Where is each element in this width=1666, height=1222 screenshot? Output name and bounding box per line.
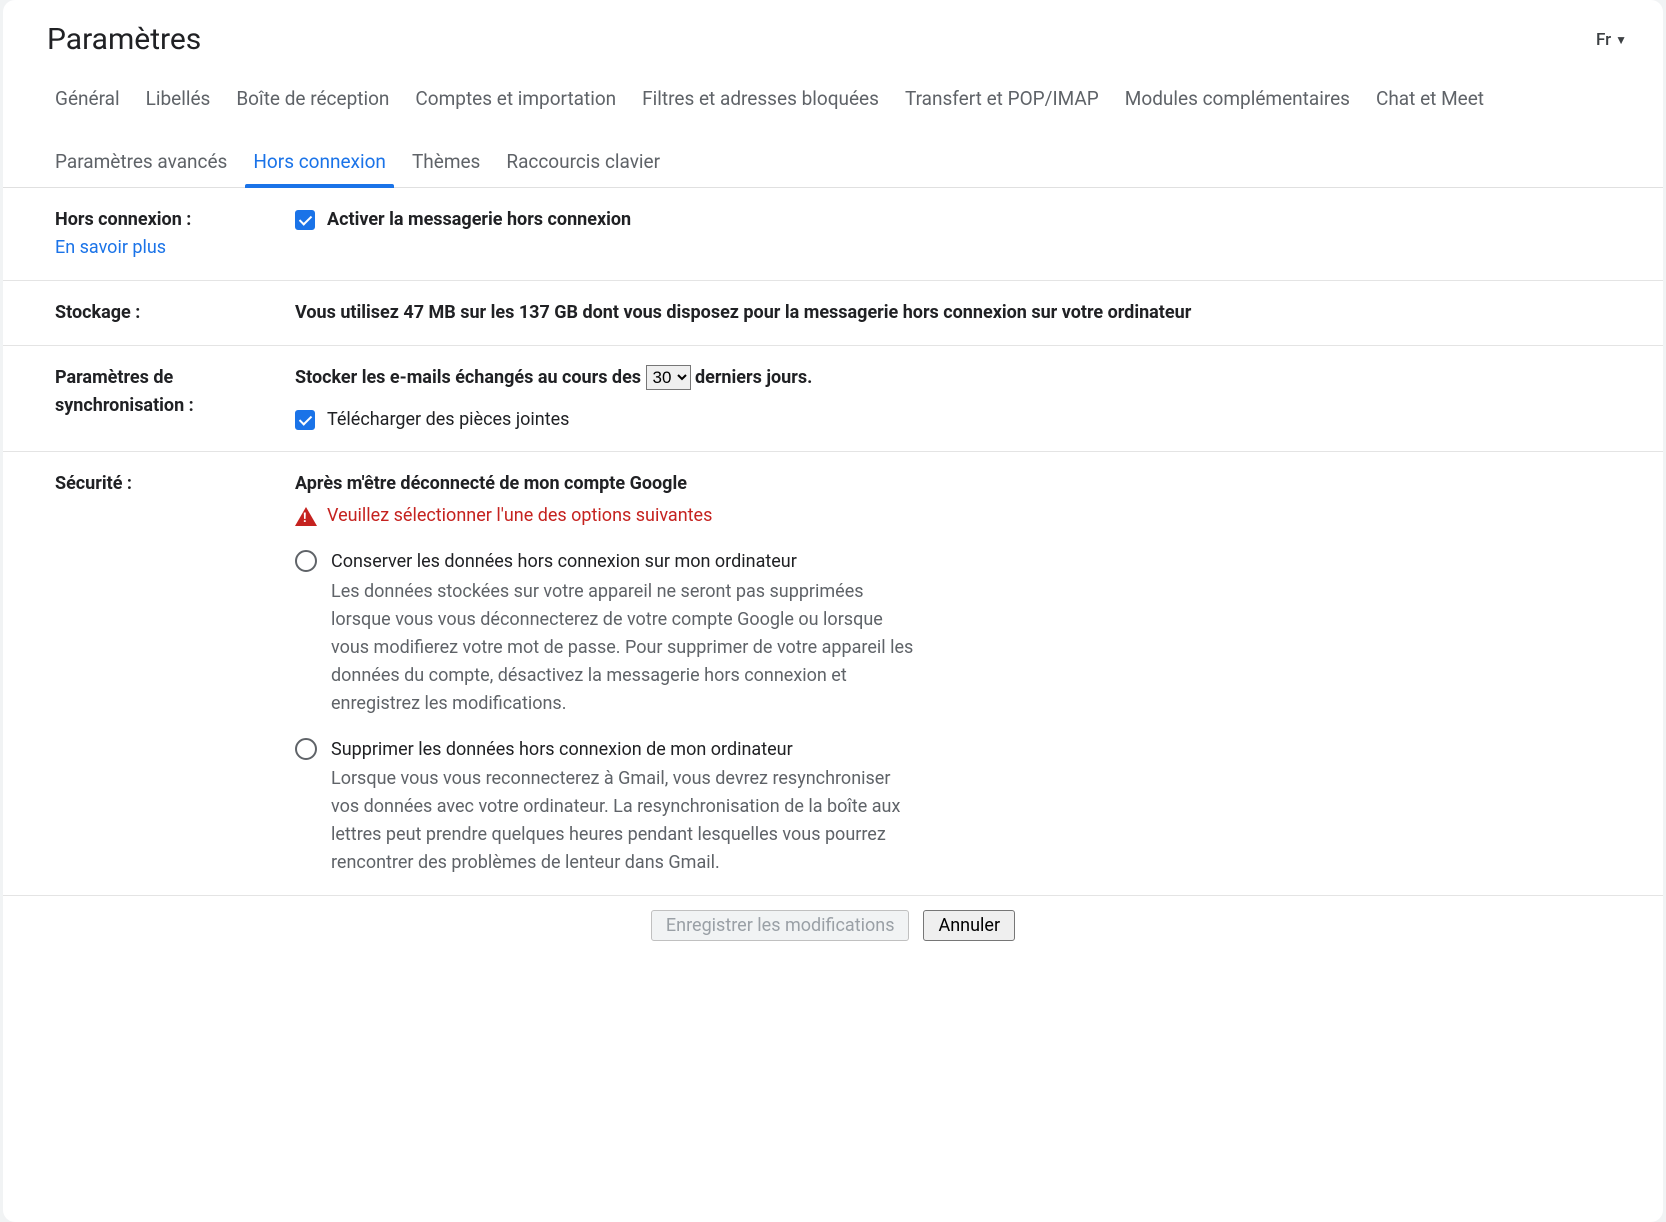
section-label-sync: Paramètres de synchronisation : (55, 367, 194, 416)
tab-bo-te-de-r-ception[interactable]: Boîte de réception (236, 87, 389, 124)
cancel-button[interactable]: Annuler (923, 910, 1015, 941)
tab-th-mes[interactable]: Thèmes (412, 150, 480, 187)
download-attachments-checkbox[interactable] (295, 410, 315, 430)
storage-text: Vous utilisez 47 MB sur les 137 GB dont … (295, 302, 1191, 323)
tab-libell-s[interactable]: Libellés (146, 87, 211, 124)
security-radio-1[interactable] (295, 738, 317, 760)
page-title: Paramètres (47, 22, 201, 57)
tab-g-n-ral[interactable]: Général (55, 87, 120, 124)
tab-modules-compl-mentaires[interactable]: Modules complémentaires (1125, 87, 1350, 124)
learn-more-link[interactable]: En savoir plus (55, 237, 166, 258)
security-option-title-1: Supprimer les données hors connexion de … (331, 736, 915, 764)
section-label-security: Sécurité : (55, 473, 132, 494)
warning-icon (295, 507, 317, 526)
section-label-storage: Stockage : (55, 302, 140, 323)
tab-transfert-et-pop-imap[interactable]: Transfert et POP/IMAP (905, 87, 1099, 124)
security-heading: Après m'être déconnecté de mon compte Go… (295, 473, 687, 494)
security-option-0: Conserver les données hors connexion sur… (295, 548, 915, 717)
security-radio-0[interactable] (295, 550, 317, 572)
language-label: Fr (1596, 30, 1611, 50)
sync-suffix: derniers jours. (695, 367, 812, 388)
tab-raccourcis-clavier[interactable]: Raccourcis clavier (506, 150, 660, 187)
save-button[interactable]: Enregistrer les modifications (651, 910, 910, 941)
security-option-title-0: Conserver les données hors connexion sur… (331, 548, 915, 576)
tab-chat-et-meet[interactable]: Chat et Meet (1376, 87, 1484, 124)
security-option-desc-1: Lorsque vous vous reconnecterez à Gmail,… (331, 765, 915, 877)
download-attachments-label: Télécharger des pièces jointes (327, 406, 569, 434)
tab-comptes-et-importation[interactable]: Comptes et importation (415, 87, 616, 124)
language-selector[interactable]: Fr ▼ (1596, 22, 1627, 50)
caret-down-icon: ▼ (1615, 33, 1627, 47)
sync-prefix: Stocker les e-mails échangés au cours de… (295, 367, 641, 388)
tab-filtres-et-adresses-bloqu-es[interactable]: Filtres et adresses bloquées (642, 87, 879, 124)
tab-hors-connexion[interactable]: Hors connexion (253, 150, 386, 187)
tab-param-tres-avanc-s[interactable]: Paramètres avancés (55, 150, 227, 187)
sync-days-select[interactable]: 73090 (646, 365, 691, 390)
security-option-desc-0: Les données stockées sur votre appareil … (331, 578, 915, 717)
enable-offline-checkbox[interactable] (295, 210, 315, 230)
enable-offline-label: Activer la messagerie hors connexion (327, 206, 631, 234)
security-option-1: Supprimer les données hors connexion de … (295, 736, 915, 877)
security-warning: Veuillez sélectionner l'une des options … (327, 502, 712, 530)
section-label-offline: Hors connexion : (55, 209, 191, 230)
